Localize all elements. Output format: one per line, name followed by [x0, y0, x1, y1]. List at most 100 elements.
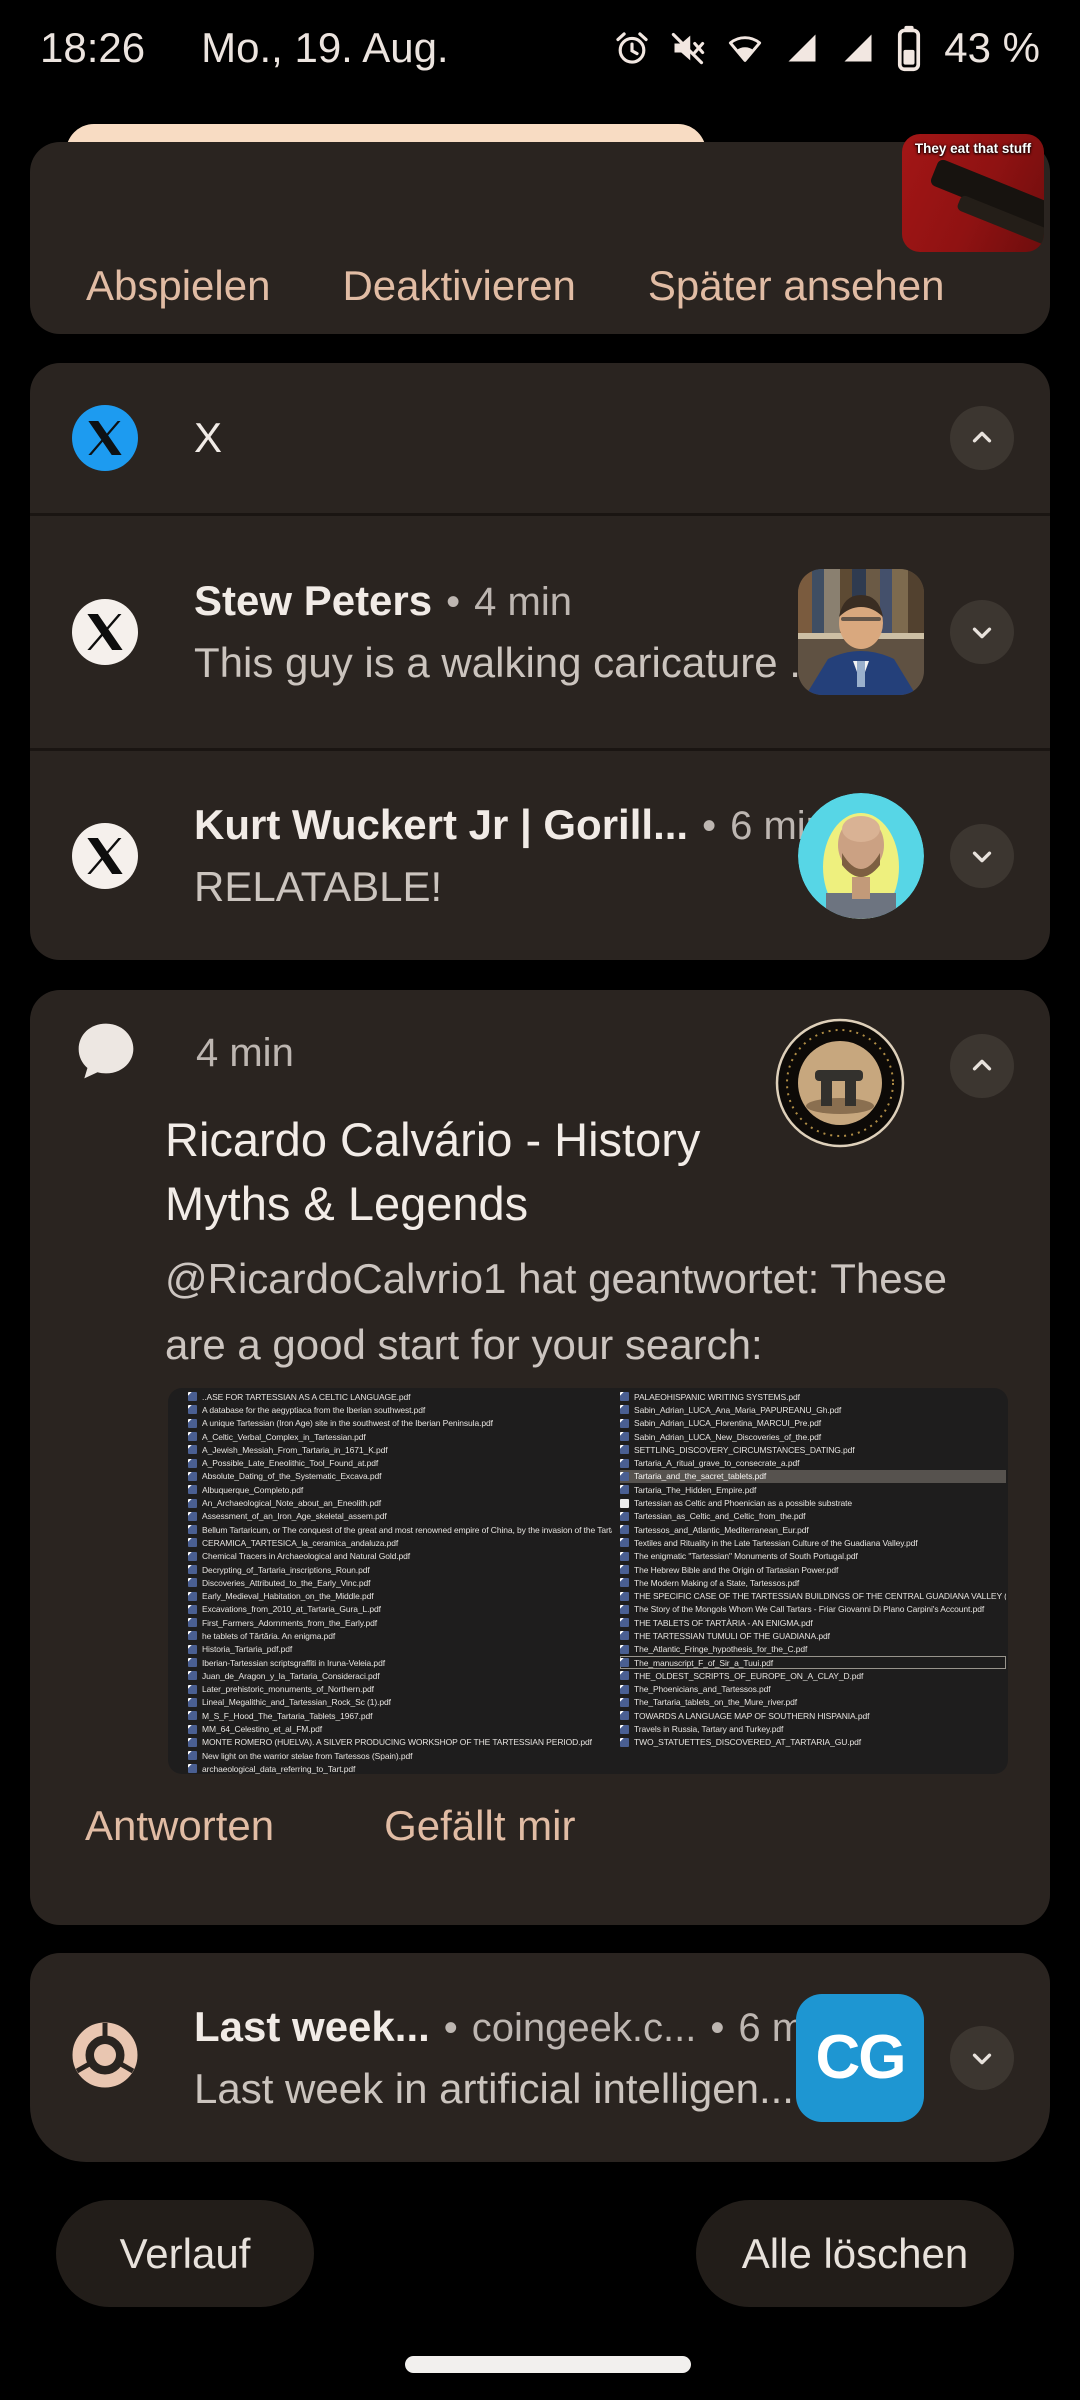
- file-icon: [188, 1578, 197, 1587]
- status-icons: 43 %: [614, 24, 1040, 72]
- file-row: THE TARTESSIAN TUMULI OF THE GUADIANA.pd…: [620, 1629, 1006, 1642]
- video-thumbnail[interactable]: They eat that stuff: [902, 134, 1044, 252]
- file-icon: [188, 1472, 197, 1481]
- file-name: Assessment_of_an_Iron_Age_skeletal_assem…: [202, 1511, 387, 1521]
- home-indicator[interactable]: [405, 2356, 691, 2373]
- file-icon: [188, 1499, 197, 1508]
- file-row: New light on the warrior stelae from Tar…: [188, 1749, 612, 1762]
- reply-button[interactable]: Antworten: [85, 1802, 274, 1850]
- file-icon: [620, 1432, 629, 1441]
- file-row: M_S_F_Hood_The_Tartaria_Tablets_1967.pdf: [188, 1709, 612, 1722]
- chevron-down-icon[interactable]: [950, 600, 1014, 664]
- history-button[interactable]: Verlauf: [56, 2200, 314, 2307]
- file-row: Lineal_Megalithic_and_Tartessian_Rock_Sc…: [188, 1696, 612, 1709]
- file-row: MM_64_Celestino_et_al_FM.pdf: [188, 1722, 612, 1735]
- file-row: A_Possible_Late_Eneolithic_Tool_Found_at…: [188, 1456, 612, 1469]
- notification-title: Ricardo Calvário - History Myths & Legen…: [165, 1108, 805, 1236]
- file-icon: [188, 1764, 197, 1773]
- file-icon: [620, 1698, 629, 1707]
- file-icon: [620, 1525, 629, 1534]
- file-name: Juan_de_Aragon_y_la_Tartaria_Consideraci…: [202, 1671, 380, 1681]
- file-icon: [620, 1605, 629, 1614]
- file-row: THE TABLETS OF TARTÀRIA - AN ENIGMA.pdf: [620, 1616, 1006, 1629]
- avatar: [798, 569, 924, 695]
- bullet-separator: •: [710, 2006, 724, 2051]
- x-app-icon: [72, 823, 138, 889]
- watch-later-button[interactable]: Später ansehen: [648, 262, 945, 310]
- file-name: THE TARTESSIAN TUMULI OF THE GUADIANA.pd…: [634, 1631, 830, 1641]
- file-list-left-column: ..ASE FOR TARTESSIAN AS A CELTIC LANGUAG…: [188, 1390, 612, 1774]
- file-name: The_Phoenicians_and_Tartessos.pdf: [634, 1684, 771, 1694]
- file-name: MM_64_Celestino_et_al_FM.pdf: [202, 1724, 322, 1734]
- x-group-title: X: [194, 414, 222, 462]
- file-name: Decrypting_of_Tartaria_inscriptions_Roun…: [202, 1565, 370, 1575]
- play-button[interactable]: Abspielen: [86, 262, 270, 310]
- chevron-up-icon[interactable]: [950, 406, 1014, 470]
- file-icon: [620, 1552, 629, 1561]
- file-icon: [620, 1499, 629, 1508]
- file-row: Albuquerque_Completo.pdf: [188, 1483, 612, 1496]
- file-name: TWO_STATUETTES_DISCOVERED_AT_TARTARIA_GU…: [634, 1737, 861, 1747]
- attached-screenshot[interactable]: ..ASE FOR TARTESSIAN AS A CELTIC LANGUAG…: [168, 1388, 1008, 1774]
- file-name: Historia_Tartaria_pdf.pdf: [202, 1644, 292, 1654]
- notification-body: @RicardoCalvrio1 hat geantwortet: These …: [165, 1246, 965, 1378]
- file-name: THE TABLETS OF TARTÀRIA - AN ENIGMA.pdf: [634, 1618, 813, 1628]
- deactivate-button[interactable]: Deaktivieren: [342, 262, 575, 310]
- file-name: Tartessian_as_Celtic_and_Celtic_from_the…: [634, 1511, 805, 1521]
- file-icon: [620, 1538, 629, 1547]
- notification-kurt-wuckert[interactable]: Kurt Wuckert Jr | Gorill... • 6 min RELA…: [30, 751, 1050, 960]
- file-name: Absolute_Dating_of_the_Systematic_Excava…: [202, 1471, 381, 1481]
- file-row: archaeological_data_referring_to_Tart.pd…: [188, 1762, 612, 1774]
- notification-shade: 18:26 Mo., 19. Aug. 43 %: [0, 0, 1080, 2400]
- like-button[interactable]: Gefällt mir: [384, 1802, 575, 1850]
- file-row: Tartaria_and_the_sacret_tablets.pdf: [620, 1470, 1006, 1483]
- notification-time: 4 min: [196, 1031, 294, 1076]
- file-icon: [188, 1645, 197, 1654]
- clear-all-button[interactable]: Alle löschen: [696, 2200, 1014, 2307]
- notification-ricardo-expanded[interactable]: 4 min Ricardo Calvário - History Myths &…: [30, 990, 1050, 1925]
- file-row: Tartaria_A_ritual_grave_to_consecrate_a.…: [620, 1456, 1006, 1469]
- battery-icon: [896, 24, 922, 72]
- notification-chrome-coingeek[interactable]: Last week... • coingeek.c... • 6 min Las…: [30, 1953, 1050, 2162]
- chevron-down-icon[interactable]: [950, 824, 1014, 888]
- file-row: The_Atlantic_Fringe_hypothesis_for_the_C…: [620, 1643, 1006, 1656]
- file-list-right-column: PALAEOHISPANIC WRITING SYSTEMS.pdf Sabin…: [620, 1390, 1006, 1749]
- file-icon: [188, 1658, 197, 1667]
- media-notification-card[interactable]: They eat that stuff Abspielen Deaktivier…: [30, 142, 1050, 334]
- file-icon: [620, 1645, 629, 1654]
- volume-muted-icon: [670, 30, 706, 66]
- file-icon: [620, 1592, 629, 1601]
- chrome-icon: [72, 2022, 138, 2093]
- file-name: A_Celtic_Verbal_Complex_in_Tartessian.pd…: [202, 1432, 366, 1442]
- file-name: Iberian-Tartessian scriptsgraffiti in Ir…: [202, 1658, 385, 1668]
- file-icon: [620, 1658, 629, 1667]
- file-name: Sabin_Adrian_LUCA_Florentina_MARCUI_Pre.…: [634, 1418, 821, 1428]
- bullet-separator: •: [444, 2006, 458, 2051]
- file-name: Bellum Tartaricum, or The conquest of th…: [202, 1525, 612, 1535]
- notification-title: Kurt Wuckert Jr | Gorill...: [194, 801, 688, 849]
- file-icon: [188, 1538, 197, 1547]
- file-row: Early_Medieval_Habitation_on_the_Middle.…: [188, 1589, 612, 1602]
- file-name: The_Atlantic_Fringe_hypothesis_for_the_C…: [634, 1644, 807, 1654]
- file-row: Tartessos_and_Atlantic_Mediterranean_Eur…: [620, 1523, 1006, 1536]
- notification-content: Stew Peters • 4 min This guy is a walkin…: [194, 577, 778, 687]
- file-name: he tablets of Tărtăria. An enigma.pdf: [202, 1631, 335, 1641]
- file-icon: [620, 1485, 629, 1494]
- x-group-header[interactable]: X: [30, 363, 1050, 513]
- file-row: he tablets of Tărtăria. An enigma.pdf: [188, 1629, 612, 1642]
- file-icon: [188, 1685, 197, 1694]
- file-name: ..ASE FOR TARTESSIAN AS A CELTIC LANGUAG…: [202, 1392, 410, 1402]
- file-row: The_Tartaria_tablets_on_the_Mure_river.p…: [620, 1696, 1006, 1709]
- file-name: Tartaria_and_the_sacret_tablets.pdf: [634, 1471, 766, 1481]
- file-name: Albuquerque_Completo.pdf: [202, 1485, 303, 1495]
- chevron-up-icon[interactable]: [950, 1034, 1014, 1098]
- file-row: An_Archaeological_Note_about_an_Eneolith…: [188, 1496, 612, 1509]
- notification-stew-peters[interactable]: Stew Peters • 4 min This guy is a walkin…: [30, 516, 1050, 748]
- file-name: Sabin_Adrian_LUCA_New_Discoveries_of_the…: [634, 1432, 821, 1442]
- chevron-down-icon[interactable]: [950, 2026, 1014, 2090]
- file-icon: [188, 1565, 197, 1574]
- notification-title: Stew Peters: [194, 577, 432, 625]
- file-row: THE_OLDEST_SCRIPTS_OF_EUROPE_ON_A_CLAY_D…: [620, 1669, 1006, 1682]
- file-row: TOWARDS A LANGUAGE MAP OF SOUTHERN HISPA…: [620, 1709, 1006, 1722]
- notification-actions: Antworten Gefällt mir: [85, 1802, 575, 1850]
